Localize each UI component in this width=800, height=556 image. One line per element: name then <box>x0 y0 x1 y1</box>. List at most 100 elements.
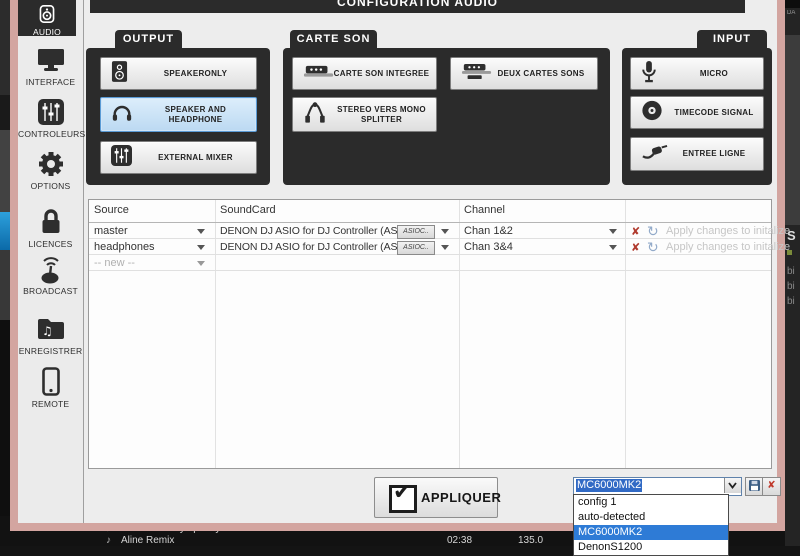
monitor-icon <box>18 44 83 76</box>
delete-row-icon[interactable]: ✘ <box>631 241 640 254</box>
chevron-down-icon[interactable] <box>441 229 449 234</box>
close-icon: ✘ <box>767 480 776 491</box>
config-dropdown-list: config 1 auto-detected MC6000MK2 DenonS1… <box>573 494 729 556</box>
asio-config-button[interactable]: ASIOC.. <box>397 241 435 255</box>
dialog-titlebar: CONFIGURATION AUDIO <box>90 0 745 13</box>
column-divider <box>459 200 460 468</box>
phone-icon <box>18 366 83 398</box>
close-config-button[interactable]: ✘ <box>762 477 781 496</box>
sidebar-item-controleurs[interactable]: CONTROLEURS <box>18 96 85 139</box>
sidebar-item-options[interactable]: OPTIONS <box>18 148 83 191</box>
tab-label: OUTPUT <box>122 33 175 45</box>
background-left-strip <box>0 0 10 546</box>
dropdown-option-denons1200[interactable]: DenonS1200 <box>574 540 728 555</box>
background-right-strip: DA S bi bi bi <box>785 0 800 546</box>
mixer-sliders-icon <box>111 144 132 171</box>
headphones-icon <box>111 102 133 127</box>
apply-button[interactable]: ✔ APPLIQUER <box>374 477 501 518</box>
sidebar-item-label: ENREGISTRER <box>18 346 83 356</box>
sidebar-item-audio[interactable]: AUDIO <box>18 0 76 37</box>
chevron-down-icon[interactable] <box>197 229 205 234</box>
deux-cartes-sons-button[interactable]: DEUX CARTES SONS <box>450 57 598 90</box>
lock-icon <box>18 206 83 238</box>
mixer-icon <box>18 96 83 128</box>
music-note-icon: ♪ <box>106 535 111 546</box>
timecode-signal-button[interactable]: TIMECODE SIGNAL <box>630 96 764 129</box>
refresh-icon[interactable]: ↻ <box>647 240 659 254</box>
splitter-cable-icon <box>303 101 327 129</box>
chevron-down-icon[interactable] <box>609 229 617 234</box>
entree-ligne-button[interactable]: ENTREE LIGNE <box>630 137 764 171</box>
column-header-channel: Channel <box>464 204 505 216</box>
sidebar-item-label: OPTIONS <box>30 181 71 191</box>
sidebar-item-licences[interactable]: LICENCES <box>18 206 83 249</box>
track-bpm: 135.0 <box>518 535 544 546</box>
sidebar-item-enregistrer[interactable]: ♫ ENREGISTRER <box>18 313 83 356</box>
sidebar-item-label: BROADCAST <box>23 286 78 296</box>
micro-button[interactable]: MICRO <box>630 57 764 90</box>
chevron-down-icon[interactable] <box>197 261 205 266</box>
button-label: STEREO VERS MONO SPLITTER <box>337 104 426 124</box>
config-combobox-value[interactable]: MC6000MK2 <box>576 479 643 492</box>
background-panel-fragment <box>785 0 800 8</box>
background-panel-fragment <box>0 0 10 95</box>
combobox-dropdown-button[interactable] <box>724 478 741 493</box>
apply-hint: Apply changes to initalize <box>666 225 791 237</box>
chevron-down-icon[interactable] <box>441 245 449 250</box>
soundcard-select[interactable]: DENON DJ ASIO for DJ Controller (ASIO) <box>220 241 412 253</box>
tab-output: OUTPUT <box>115 30 182 48</box>
sidebar-item-remote[interactable]: REMOTE <box>18 366 83 409</box>
track-time: 02:38 <box>447 535 473 546</box>
external-mixer-button[interactable]: EXTERNAL MIXER <box>100 141 257 174</box>
button-label: SPEAKERONLY <box>163 68 228 78</box>
background-text-fragment: bi <box>787 266 795 277</box>
carte-son-integree-button[interactable]: CARTE SON INTEGREE <box>292 57 437 90</box>
speaker-and-headphone-button[interactable]: SPEAKER AND HEADPHONE <box>100 97 257 132</box>
row-divider <box>89 270 771 271</box>
column-header-soundcard: SoundCard <box>220 204 276 216</box>
background-panel-fragment <box>785 35 800 225</box>
dropdown-option-mc6000mk2[interactable]: MC6000MK2 <box>574 525 728 540</box>
audio-routing-table: Source SoundCard Channel master DENON DJ… <box>88 199 790 469</box>
channel-select[interactable]: Chan 3&4 <box>464 241 513 253</box>
output-panel: SPEAKERONLY SPEAKER AND HEADPHONE EXTERN… <box>86 48 270 185</box>
new-source-select[interactable]: -- new -- <box>94 257 135 269</box>
stereo-vers-mono-splitter-button[interactable]: STEREO VERS MONO SPLITTER <box>292 97 437 132</box>
soundcard-select[interactable]: DENON DJ ASIO for DJ Controller (ASIO) <box>220 225 412 237</box>
button-label: ENTREE LIGNE <box>682 149 746 158</box>
speakeronly-button[interactable]: SPEAKERONLY <box>100 57 257 90</box>
speaker-cabinet-icon <box>111 60 128 88</box>
channel-select[interactable]: Chan 1&2 <box>464 225 513 237</box>
sidebar-item-broadcast[interactable]: BROADCAST <box>18 253 83 296</box>
background-panel-fragment <box>0 130 10 212</box>
sidebar-item-interface[interactable]: INTERFACE <box>18 44 83 87</box>
floppy-disk-icon <box>749 480 760 491</box>
dropdown-option-auto-detected[interactable]: auto-detected <box>574 510 728 525</box>
refresh-icon[interactable]: ↻ <box>647 224 659 238</box>
chevron-down-icon[interactable] <box>197 245 205 250</box>
tab-carte-son: CARTE SON <box>290 30 377 48</box>
source-select[interactable]: headphones <box>94 241 155 253</box>
tab-label: CARTE SON <box>296 33 371 45</box>
microphone-icon <box>641 60 657 88</box>
svg-text:♫: ♫ <box>42 324 53 338</box>
dialog-title: CONFIGURATION AUDIO <box>337 0 498 9</box>
gear-icon <box>18 148 83 180</box>
button-label: EXTERNAL MIXER <box>158 152 233 162</box>
sidebar-item-label: LICENCES <box>28 239 73 249</box>
delete-row-icon[interactable]: ✘ <box>631 225 640 238</box>
background-panel-fragment <box>0 250 10 320</box>
background-text-fragment: bi <box>787 296 795 307</box>
row-divider <box>89 222 771 223</box>
broadcast-icon <box>18 253 83 285</box>
button-label: CARTE SON INTEGREE <box>333 68 430 78</box>
background-text-fragment: bi <box>787 281 795 292</box>
asio-config-button[interactable]: ASIOC.. <box>397 225 435 239</box>
record-folder-icon: ♫ <box>18 313 83 345</box>
dropdown-option-config1[interactable]: config 1 <box>574 495 728 510</box>
column-divider <box>215 200 216 468</box>
audio-configuration-dialog: CONFIGURATION AUDIO AUDIO INTERFACE CONT… <box>10 0 790 531</box>
vinyl-icon <box>641 99 663 126</box>
source-select[interactable]: master <box>94 225 128 237</box>
chevron-down-icon[interactable] <box>609 245 617 250</box>
